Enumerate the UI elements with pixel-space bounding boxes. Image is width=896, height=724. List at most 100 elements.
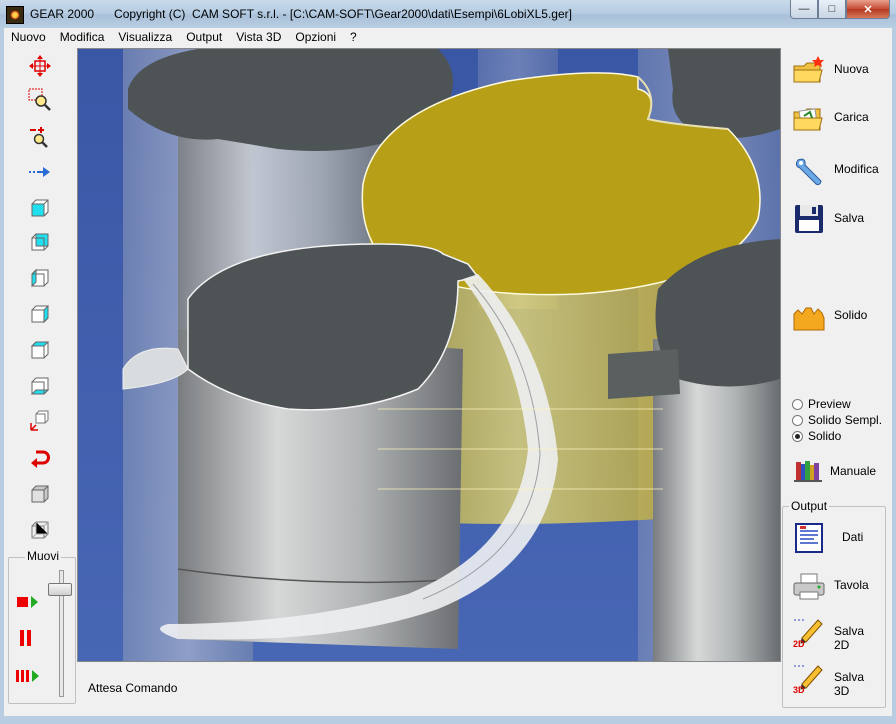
zoom-in-out-button[interactable] [28, 124, 52, 148]
zoom-window-icon [28, 88, 51, 111]
nuova-label: Nuova [834, 62, 869, 76]
svg-text:2D: 2D [793, 639, 805, 648]
pan-button[interactable] [28, 54, 52, 78]
window-title: GEAR 2000 Copyright (C) CAM SOFT s.r.l. … [30, 7, 572, 21]
radio-solido-dot[interactable] [792, 430, 803, 442]
printer-icon [793, 573, 825, 600]
title-bar[interactable]: GEAR 2000 Copyright (C) CAM SOFT s.r.l. … [0, 0, 896, 28]
books-icon [794, 461, 822, 482]
solid-cube-icon [31, 485, 49, 503]
salva-2d-button[interactable]: 2D Salva 2D [790, 612, 880, 652]
wire-view-button[interactable] [28, 518, 52, 542]
zoom-in-out-icon [30, 127, 48, 148]
data-sheet-icon [795, 523, 823, 553]
salva-3d-button[interactable]: 3D Salva 3D [790, 658, 880, 698]
dati-label: Dati [842, 530, 864, 544]
muovi-label: Muovi [25, 549, 62, 563]
tavola-label: Tavola [834, 578, 869, 592]
view-top-button[interactable] [28, 338, 52, 362]
radio-solido-sempl-dot[interactable] [792, 414, 803, 426]
menu-output[interactable]: Output [179, 28, 229, 46]
salva-button[interactable]: Salva [790, 199, 880, 239]
menu-vista-3d[interactable]: Vista 3D [229, 28, 288, 46]
axes-view-icon [30, 410, 49, 431]
dati-button[interactable]: Dati [790, 518, 880, 558]
zoom-window-button[interactable] [28, 88, 52, 112]
window-frame-left [0, 28, 4, 718]
minimize-button[interactable]: — [790, 0, 818, 19]
pause-button[interactable] [15, 628, 41, 648]
window-frame-bottom [0, 716, 896, 724]
solid-view-button[interactable] [28, 482, 52, 506]
modifica-button[interactable]: Modifica [790, 150, 880, 190]
maximize-button[interactable]: □ [818, 0, 846, 19]
view-back-button[interactable] [28, 230, 52, 254]
3d-viewport[interactable] [77, 48, 781, 662]
muovi-group: Muovi [8, 549, 76, 704]
step-play-icon [16, 670, 39, 682]
window-controls: — □ ✕ [790, 0, 890, 20]
radio-solido-label: Solido [808, 429, 842, 443]
view-toolbar [8, 48, 74, 548]
step-play-button[interactable] [15, 666, 41, 686]
radio-solido[interactable]: Solido [792, 428, 841, 444]
menu-opzioni[interactable]: Opzioni [288, 28, 343, 46]
svg-text:3D: 3D [793, 685, 805, 694]
manuale-button[interactable]: Manuale [790, 452, 880, 492]
view-cube-right-icon [31, 304, 49, 324]
new-folder-icon [793, 56, 824, 83]
menu-help[interactable]: ? [343, 28, 364, 46]
modifica-label: Modifica [834, 162, 879, 176]
undo-rotate-button[interactable] [28, 446, 52, 470]
radio-solido-sempl-label: Solido Sempl. [808, 413, 883, 427]
nuova-button[interactable]: Nuova [790, 50, 880, 90]
carica-label: Carica [834, 110, 869, 124]
view-right-button[interactable] [28, 302, 52, 326]
view-left-button[interactable] [28, 266, 52, 290]
wire-cube-icon [31, 521, 49, 539]
menu-bar: Nuovo Modifica Visualizza Output Vista 3… [4, 28, 892, 46]
undo-rotate-icon [31, 450, 50, 468]
radio-preview[interactable]: Preview [792, 396, 851, 412]
gear-app-icon[interactable] [6, 6, 24, 24]
menu-nuovo[interactable]: Nuovo [4, 28, 53, 46]
view-cube-front-icon [31, 199, 49, 217]
tavola-button[interactable]: Tavola [790, 566, 880, 606]
radio-preview-label: Preview [808, 397, 851, 411]
solido-button[interactable]: Solido [790, 296, 880, 336]
floppy-disk-icon [795, 205, 823, 233]
solido-label: Solido [834, 308, 868, 322]
view-cube-bottom-icon [30, 377, 50, 395]
status-text: Attesa Comando [88, 681, 178, 695]
move-arrow-icon [29, 167, 50, 177]
pencil-2d-icon: 2D [793, 619, 823, 648]
axes-view-button[interactable] [28, 408, 52, 432]
move-arrow-button[interactable] [28, 160, 52, 184]
stop-play-icon [17, 596, 38, 608]
radio-solido-sempl[interactable]: Solido Sempl. [792, 412, 882, 428]
window-frame-right [892, 28, 896, 718]
view-front-button[interactable] [28, 196, 52, 220]
close-button[interactable]: ✕ [846, 0, 890, 19]
salva-2d-label: Salva 2D [834, 624, 865, 652]
wrench-icon [795, 158, 822, 186]
view-cube-back-icon [31, 233, 49, 251]
pause-icon [20, 630, 31, 646]
manuale-label: Manuale [830, 464, 877, 478]
radio-preview-dot[interactable] [792, 398, 803, 410]
muovi-slider-thumb[interactable] [48, 583, 72, 596]
gear-3d-scene [78, 49, 780, 661]
menu-visualizza[interactable]: Visualizza [111, 28, 179, 46]
pan-icon [29, 55, 51, 77]
open-folder-icon [793, 108, 823, 131]
stop-button[interactable] [15, 592, 41, 612]
salva-3d-label: Salva 3D [834, 670, 865, 698]
output-label: Output [789, 499, 830, 513]
salva-label: Salva [834, 211, 865, 225]
view-bottom-button[interactable] [28, 374, 52, 398]
pencil-3d-icon: 3D [793, 665, 823, 694]
menu-modifica[interactable]: Modifica [53, 28, 112, 46]
app-window: GEAR 2000 Copyright (C) CAM SOFT s.r.l. … [0, 0, 896, 724]
gear-solid-icon [793, 307, 825, 331]
carica-button[interactable]: Carica [790, 98, 880, 138]
